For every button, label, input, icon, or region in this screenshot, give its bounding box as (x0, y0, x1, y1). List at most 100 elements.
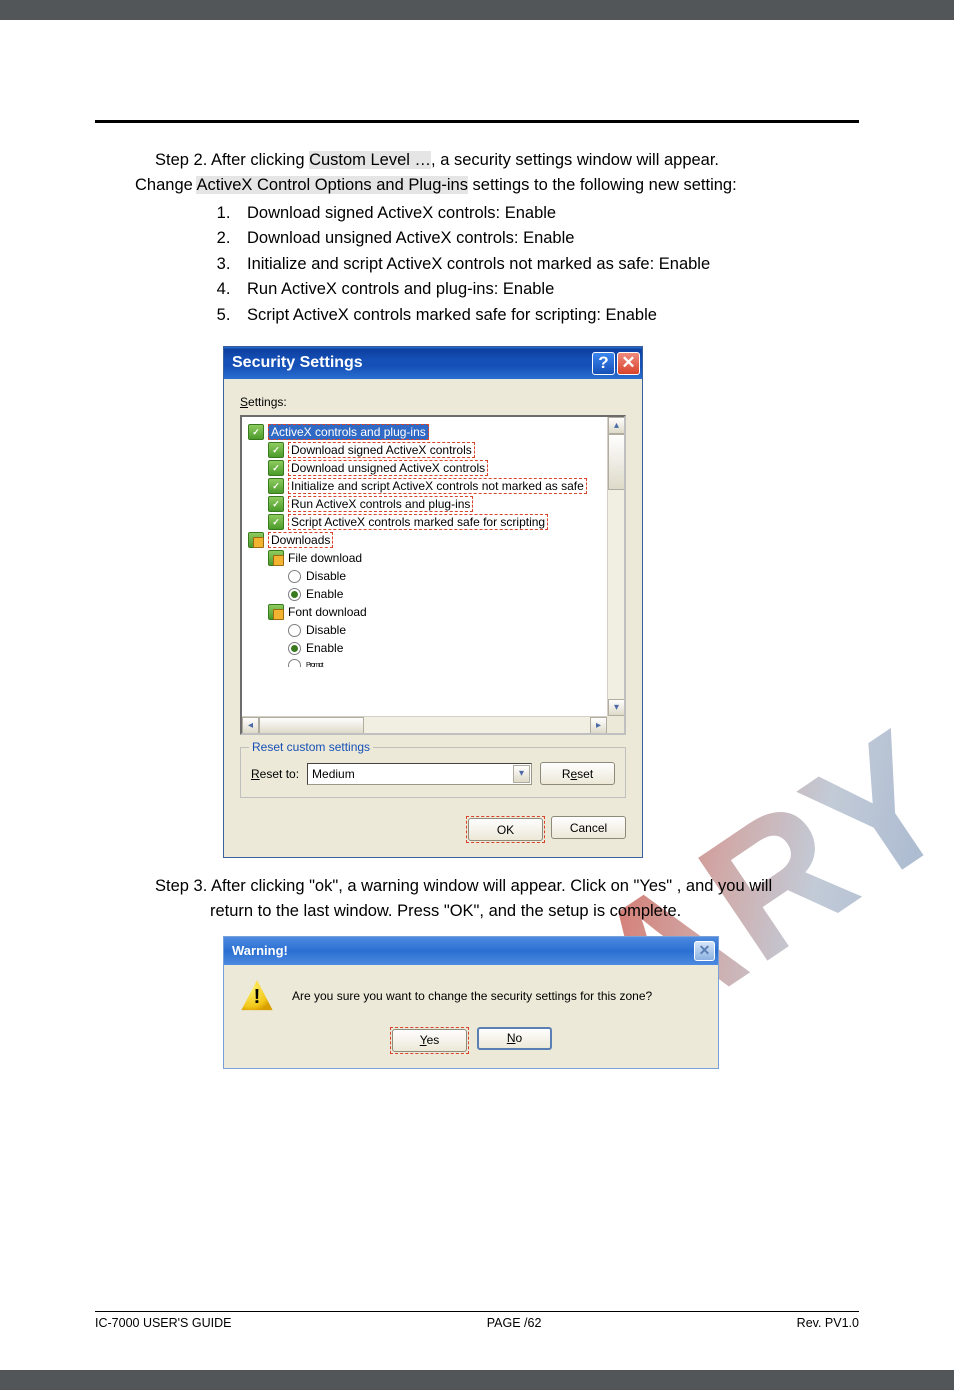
activex-icon (268, 496, 284, 512)
tree-radio-prompt-cut[interactable]: Prompt (248, 657, 603, 667)
download-group-icon (248, 532, 264, 548)
activex-icon (268, 442, 284, 458)
change-list: Download signed ActiveX controls: Enable… (235, 201, 859, 329)
radio-icon[interactable] (288, 659, 301, 668)
reset-level-combo[interactable]: Medium ▾ (307, 763, 532, 785)
tree-item-dl-unsigned[interactable]: Download unsigned ActiveX controls (248, 459, 603, 477)
download-icon (268, 604, 284, 620)
step3-text: Step 3. After clicking "ok", a warning w… (155, 874, 849, 924)
security-settings-dialog: Security Settings ? ✕ Settings: ActiveX … (223, 346, 643, 858)
no-rest: o (515, 1031, 522, 1045)
activex-icon (268, 460, 284, 476)
tree-label: Run ActiveX controls and plug-ins (288, 496, 473, 512)
vertical-scrollbar[interactable]: ▴ ▾ (607, 417, 624, 716)
top-rule (95, 120, 859, 123)
radio-checked-icon[interactable] (288, 642, 301, 655)
settings-tree-pane[interactable]: ActiveX controls and plug-ins Download s… (240, 415, 626, 735)
list-item: Download signed ActiveX controls: Enable (235, 201, 859, 227)
reset-accel: R (251, 767, 260, 781)
reset-to-label: Reset to: (251, 767, 299, 781)
tree-label: Prompt (306, 662, 323, 668)
tree-downloads-group[interactable]: Downloads (248, 531, 603, 549)
tree-label: Downloads (268, 532, 333, 548)
step2-btn: Custom Level … (309, 151, 431, 169)
step2-prefix: Step 2. After clicking (155, 151, 309, 169)
activex-icon (268, 478, 284, 494)
scroll-corner (607, 716, 624, 733)
tree-activex-group[interactable]: ActiveX controls and plug-ins (248, 423, 603, 441)
step2-l2-mid: ActiveX Control Options and Plug-ins (196, 176, 467, 194)
scroll-thumb[interactable] (608, 434, 625, 490)
settings-rest: ettings: (248, 395, 287, 409)
scroll-right-icon[interactable]: ▸ (590, 717, 607, 734)
combo-value: Medium (312, 767, 355, 781)
step2-l2-prefix: Change (135, 176, 196, 194)
tree-label: Enable (306, 641, 343, 655)
download-icon (268, 550, 284, 566)
tree-label: Script ActiveX controls marked safe for … (288, 514, 548, 530)
settings-accel: S (240, 395, 248, 409)
warning-icon (240, 979, 274, 1013)
yes-button[interactable]: Yes (392, 1029, 467, 1052)
tree-label: Disable (306, 623, 346, 637)
help-button[interactable]: ? (592, 352, 615, 375)
warning-titlebar[interactable]: Warning! ✕ (224, 937, 718, 965)
no-button[interactable]: No (477, 1027, 552, 1050)
step2-text-line2: Change ActiveX Control Options and Plug-… (135, 173, 849, 198)
tree-label: Download unsigned ActiveX controls (288, 460, 488, 476)
horizontal-scrollbar[interactable]: ◂ ▸ (242, 716, 607, 733)
footer-left: IC-7000 USER'S GUIDE (95, 1316, 231, 1330)
reset-rest: eset to: (260, 767, 299, 781)
warning-message: Are you sure you want to change the secu… (292, 989, 652, 1003)
ok-highlight: OK (466, 816, 545, 843)
tree-radio-enable[interactable]: Enable (248, 639, 603, 657)
footer-rule (95, 1311, 859, 1312)
chevron-down-icon[interactable]: ▾ (513, 765, 530, 783)
tree-item-script-safe[interactable]: Script ActiveX controls marked safe for … (248, 513, 603, 531)
step2-suffix: , a security settings window will appear… (431, 151, 719, 169)
footer-center: PAGE /62 (487, 1316, 542, 1330)
tree-label: Download signed ActiveX controls (288, 442, 475, 458)
reset-btn-s: set (577, 767, 593, 781)
radio-icon[interactable] (288, 624, 301, 637)
list-item: Run ActiveX controls and plug-ins: Enabl… (235, 277, 859, 303)
reset-button[interactable]: Reset (540, 762, 615, 785)
list-item: Initialize and script ActiveX controls n… (235, 252, 859, 278)
close-button[interactable]: ✕ (617, 352, 640, 375)
radio-checked-icon[interactable] (288, 588, 301, 601)
tree-item-file-download[interactable]: File download (248, 549, 603, 567)
scroll-down-icon[interactable]: ▾ (608, 699, 625, 716)
scroll-up-icon[interactable]: ▴ (608, 417, 625, 434)
step2-l2-suffix: settings to the following new setting: (468, 176, 737, 194)
step3-line1: Step 3. After clicking "ok", a warning w… (155, 874, 849, 899)
cancel-button[interactable]: Cancel (551, 816, 626, 839)
settings-label: Settings: (240, 395, 626, 409)
ok-button[interactable]: OK (468, 818, 543, 841)
tree-label: ActiveX controls and plug-ins (268, 424, 429, 440)
scroll-left-icon[interactable]: ◂ (242, 717, 259, 734)
tree-item-font-download[interactable]: Font download (248, 603, 603, 621)
tree-radio-enable[interactable]: Enable (248, 585, 603, 603)
list-item: Download unsigned ActiveX controls: Enab… (235, 226, 859, 252)
radio-icon[interactable] (288, 570, 301, 583)
tree-item-dl-signed[interactable]: Download signed ActiveX controls (248, 441, 603, 459)
dialog-title: Security Settings (232, 354, 590, 372)
tree-label: Initialize and script ActiveX controls n… (288, 478, 587, 494)
activex-icon (248, 424, 264, 440)
tree-radio-disable[interactable]: Disable (248, 567, 603, 585)
list-item: Script ActiveX controls marked safe for … (235, 303, 859, 329)
tree-radio-disable[interactable]: Disable (248, 621, 603, 639)
scroll-thumb[interactable] (259, 717, 364, 734)
yes-rest: es (427, 1033, 440, 1047)
step3-line2: return to the last window. Press "OK", a… (210, 899, 849, 924)
tree-item-init-script[interactable]: Initialize and script ActiveX controls n… (248, 477, 603, 495)
close-button[interactable]: ✕ (694, 941, 715, 961)
activex-icon (268, 514, 284, 530)
yes-accel: Y (420, 1033, 427, 1047)
tree-label: Font download (288, 605, 367, 619)
fieldset-label: Reset custom settings (249, 740, 373, 754)
tree-item-run[interactable]: Run ActiveX controls and plug-ins (248, 495, 603, 513)
warning-title: Warning! (232, 943, 694, 958)
reset-fieldset: Reset custom settings Reset to: Medium ▾… (240, 747, 626, 798)
dialog-titlebar[interactable]: Security Settings ? ✕ (224, 347, 642, 379)
